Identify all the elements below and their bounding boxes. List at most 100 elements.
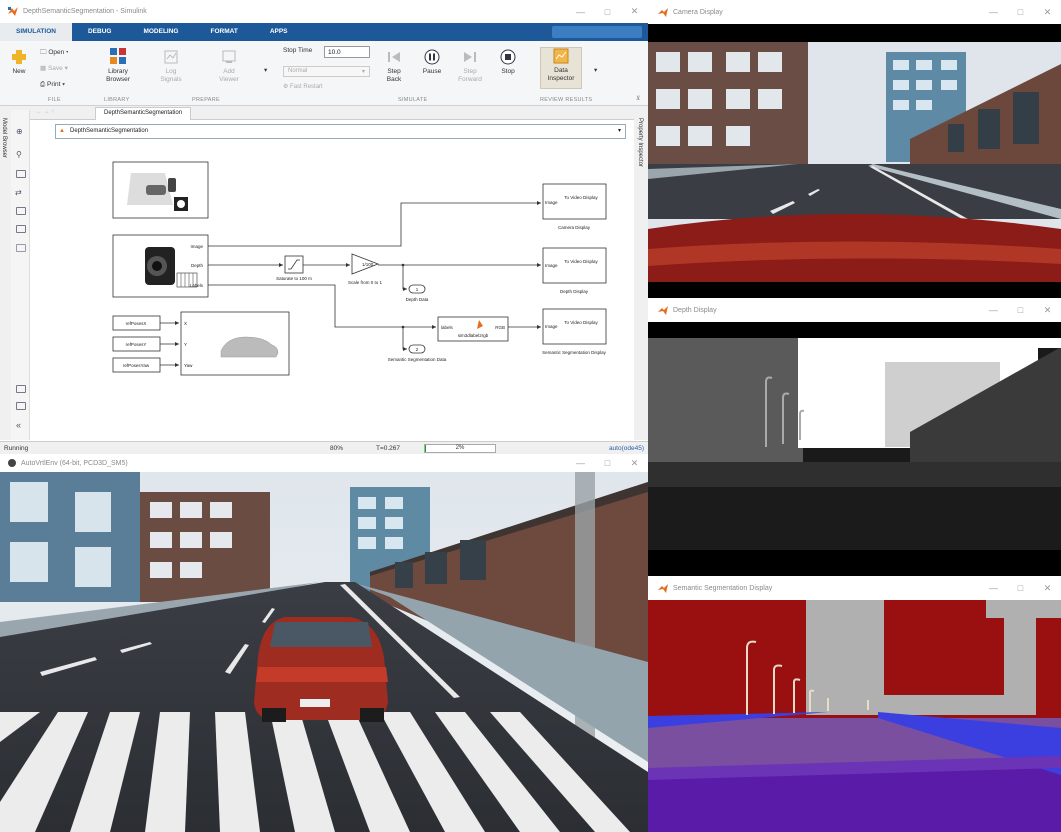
new-button[interactable]: New — [8, 49, 30, 76]
document-tabs: ← → ↑ DepthSemanticSegmentation — [0, 106, 648, 120]
area-icon[interactable] — [16, 244, 26, 252]
camera-image — [648, 24, 1061, 298]
data-inspector-button[interactable]: Data Inspector — [540, 47, 582, 89]
depth-minimize-icon[interactable]: — — [980, 298, 1007, 322]
collapse-icon[interactable]: « — [16, 420, 21, 430]
explorer-bar-icon[interactable] — [16, 402, 26, 410]
scale-label: Scale from 0 to 1 — [348, 280, 383, 285]
depth-close-icon[interactable]: ✕ — [1034, 298, 1061, 322]
game-close-icon[interactable]: ✕ — [621, 454, 648, 472]
camera-close-icon[interactable]: ✕ — [1034, 0, 1061, 24]
fast-restart-button[interactable]: ⚙ Fast Restart — [283, 83, 323, 91]
breadcrumb-dropdown-icon[interactable]: ▾ — [618, 125, 621, 138]
library-browser-button[interactable]: Library Browser — [100, 47, 136, 84]
maximize-icon[interactable]: □ — [594, 0, 621, 23]
quick-access-toolbar[interactable] — [552, 26, 642, 38]
stop-button[interactable]: Stop — [495, 49, 521, 76]
model-canvas[interactable]: Image Depth Labels Saturate to 100 m 1/1… — [31, 141, 629, 441]
tab-debug[interactable]: DEBUG — [72, 23, 127, 41]
step-back-button[interactable]: Step Back — [380, 49, 408, 84]
group-library: LIBRARY — [104, 97, 130, 103]
tab-apps[interactable]: APPS — [254, 23, 304, 41]
func-name: sim3dlabel2rgb — [458, 333, 489, 338]
seg-maximize-icon[interactable]: □ — [1007, 576, 1034, 600]
ribbon: New 🗀 Open ▾ ▩ Save ▾ ⎙ Print ▾ FILE Lib… — [0, 41, 648, 106]
stop-label: Stop — [501, 68, 515, 75]
screenshot-icon[interactable] — [16, 385, 26, 393]
add-viewer-button[interactable]: Add Viewer — [213, 49, 245, 84]
game-viewport[interactable] — [0, 472, 648, 832]
nav-arrows-icon[interactable]: ← → ↑ — [36, 109, 54, 115]
step-back-icon — [388, 52, 400, 62]
step-forward-button[interactable]: Step Forward — [455, 49, 485, 84]
annotation-icon[interactable] — [16, 207, 26, 215]
add-viewer-label: Add Viewer — [219, 68, 239, 83]
minimize-icon[interactable]: — — [567, 0, 594, 23]
depth-display-block-text: To Video Display — [564, 259, 598, 264]
hide-browser-icon[interactable]: ⊕ — [16, 127, 23, 136]
depth-display-titlebar[interactable]: Depth Display — □ ✕ — [648, 298, 1061, 322]
model-browser-strip[interactable]: Model Browser — [0, 110, 11, 440]
folder-icon: 🗀 — [40, 49, 47, 56]
simulink-logo-icon — [8, 7, 18, 16]
status-zoom: 80% — [330, 445, 344, 452]
simulation-mode-select[interactable]: Normal ▾ — [283, 66, 370, 77]
pause-button[interactable]: Pause — [418, 49, 446, 76]
model-icon: ▲ — [59, 128, 65, 134]
unreal-logo-icon — [8, 459, 16, 467]
tab-model[interactable]: DepthSemanticSegmentation — [95, 107, 192, 120]
depth-maximize-icon[interactable]: □ — [1007, 298, 1034, 322]
print-icon: ⎙ — [40, 81, 46, 88]
vehicle-port-yaw: Yaw — [184, 363, 193, 368]
camera-display-window: Camera Display — □ ✕ — [648, 0, 1061, 298]
zoom-icon[interactable]: ⚲ — [16, 150, 22, 159]
tab-format[interactable]: FORMAT — [194, 23, 253, 41]
camera-display-title: Camera Display — [673, 8, 723, 16]
depth-display-name: Depth Display — [560, 289, 589, 294]
stop-time-input[interactable]: 10.0 — [324, 46, 370, 58]
step-forward-icon — [464, 52, 476, 62]
log-signals-button[interactable]: Log Signals — [155, 49, 187, 84]
viewer-icon — [222, 50, 236, 63]
arrow-icon[interactable]: ⇄ — [15, 188, 22, 197]
close-icon[interactable]: ✕ — [621, 0, 648, 23]
print-label: Print — [47, 81, 61, 88]
outport-depth-label: Depth Data — [406, 297, 429, 302]
library-browser-label: Library Browser — [106, 68, 130, 83]
status-time: T=0.267 — [376, 445, 401, 452]
breadcrumb[interactable]: ▲ DepthSemanticSegmentation ▾ — [55, 124, 626, 139]
camera-minimize-icon[interactable]: — — [980, 0, 1007, 24]
game-minimize-icon[interactable]: — — [567, 454, 594, 472]
depth-display-window: Depth Display — □ ✕ — [648, 298, 1061, 576]
collapse-ribbon-icon[interactable]: ⊻ — [636, 95, 640, 103]
fit-view-icon[interactable] — [16, 170, 26, 178]
property-inspector-strip[interactable]: Property Inspector — [634, 110, 648, 440]
print-button[interactable]: ⎙ Print ▾ — [40, 81, 65, 89]
status-solver[interactable]: auto(ode45) — [609, 445, 644, 452]
image-icon[interactable] — [16, 225, 26, 233]
pause-icon — [424, 49, 440, 65]
saturate-label: Saturate to 100 m — [276, 276, 312, 281]
simulink-titlebar[interactable]: DepthSemanticSegmentation - Simulink — □… — [0, 0, 648, 23]
data-inspector-icon — [553, 48, 569, 64]
seg-display-titlebar[interactable]: Semantic Segmentation Display — □ ✕ — [648, 576, 1061, 600]
camera-maximize-icon[interactable]: □ — [1007, 0, 1034, 24]
save-button[interactable]: ▩ Save ▾ — [40, 65, 68, 73]
open-button[interactable]: 🗀 Open ▾ — [40, 49, 68, 57]
tab-modeling[interactable]: MODELING — [127, 23, 194, 41]
game-maximize-icon[interactable]: □ — [594, 454, 621, 472]
camera-display-port: Image — [545, 200, 558, 205]
simulation-mode-value: Normal — [288, 68, 308, 74]
status-running: Running — [4, 445, 29, 452]
game-titlebar[interactable]: AutoVrtlEnv (64-bit, PCD3D_SM5) — □ ✕ — [0, 454, 648, 472]
camera-display-name: Camera Display — [558, 225, 591, 230]
seg-close-icon[interactable]: ✕ — [1034, 576, 1061, 600]
outport-seg-label: Semantic Segmentation Data — [388, 357, 447, 362]
log-signals-label: Log Signals — [160, 68, 182, 83]
seg-minimize-icon[interactable]: — — [980, 576, 1007, 600]
prepare-gallery-arrow[interactable]: ▾ — [264, 67, 267, 75]
model-browser-label: Model Browser — [1, 118, 7, 159]
tab-simulation[interactable]: SIMULATION — [0, 23, 72, 41]
camera-display-titlebar[interactable]: Camera Display — □ ✕ — [648, 0, 1061, 24]
review-gallery-arrow[interactable]: ▾ — [594, 67, 597, 75]
